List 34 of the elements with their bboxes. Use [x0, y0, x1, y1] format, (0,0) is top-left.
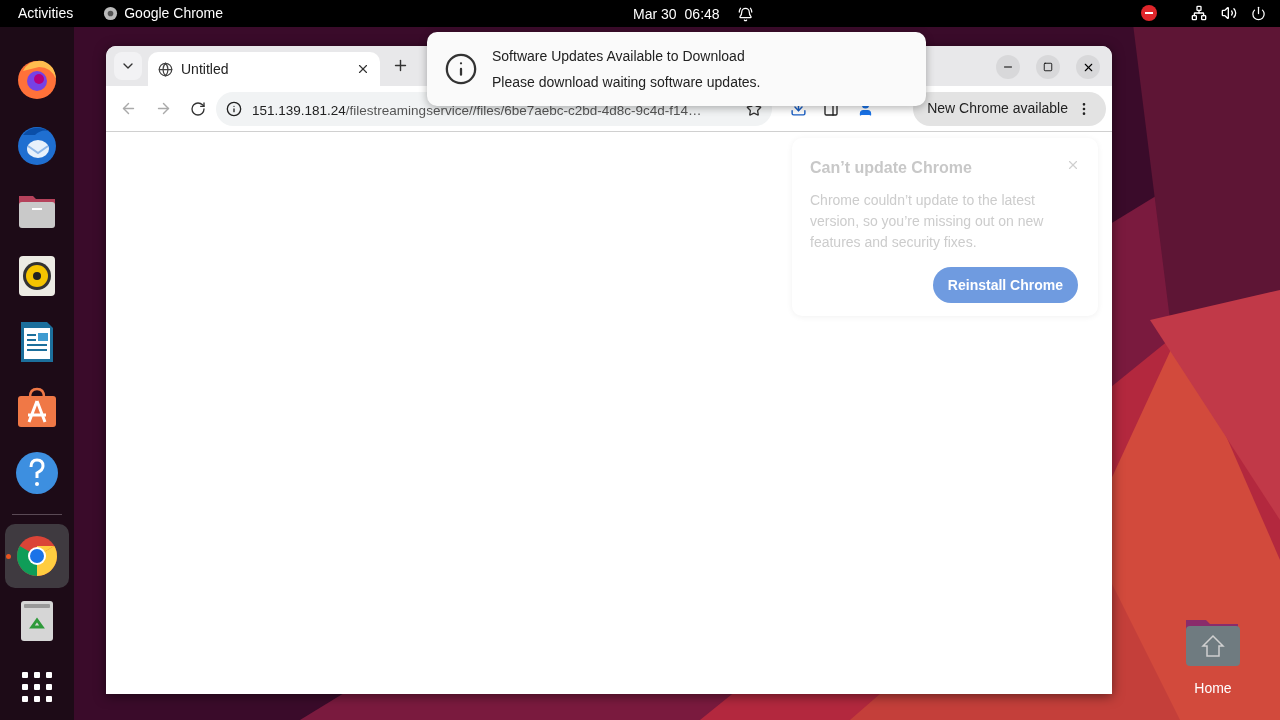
bell-icon — [737, 7, 753, 22]
browser-tab[interactable]: Untitled — [148, 52, 380, 86]
help-icon[interactable] — [15, 451, 59, 496]
activities-button[interactable]: Activities — [18, 3, 74, 24]
notification-body: Please download waiting software updates. — [492, 72, 761, 92]
notification-toast[interactable]: Software Updates Available to Download Please download waiting software updates. — [427, 32, 926, 106]
close-button[interactable] — [1076, 55, 1100, 79]
minimize-button[interactable] — [996, 55, 1020, 79]
reload-icon[interactable] — [190, 100, 206, 117]
volume-icon[interactable] — [1221, 5, 1237, 21]
running-indicator — [6, 553, 11, 559]
shopping-bag-icon[interactable] — [15, 385, 59, 430]
maximize-button[interactable] — [1036, 55, 1060, 79]
chrome-icon[interactable] — [15, 533, 59, 578]
tab-title: Untitled — [181, 59, 230, 79]
maximize-icon — [1043, 62, 1053, 72]
globe-icon — [158, 61, 173, 77]
notification-title: Software Updates Available to Download — [492, 46, 746, 66]
desktop-icon-label[interactable]: Home — [1194, 678, 1232, 699]
clock-date[interactable]: Mar 30 — [633, 4, 677, 25]
close-icon[interactable] — [356, 62, 370, 76]
app-menu-icon — [103, 6, 119, 21]
update-chip[interactable]: New Chrome available — [913, 91, 1106, 126]
info-icon[interactable] — [226, 100, 242, 117]
clock-time[interactable]: 06:48 — [684, 4, 720, 25]
network-icon[interactable] — [1191, 5, 1207, 21]
tab-search-button[interactable] — [114, 52, 142, 80]
dock-item[interactable] — [5, 523, 69, 588]
do-not-disturb-icon[interactable] — [1141, 5, 1157, 21]
info-icon — [444, 52, 478, 86]
app-menu[interactable]: Google Chrome — [124, 3, 224, 24]
app-grid-icon[interactable] — [20, 670, 54, 705]
power-icon[interactable] — [1251, 5, 1266, 21]
new-tab-icon[interactable] — [392, 57, 409, 74]
